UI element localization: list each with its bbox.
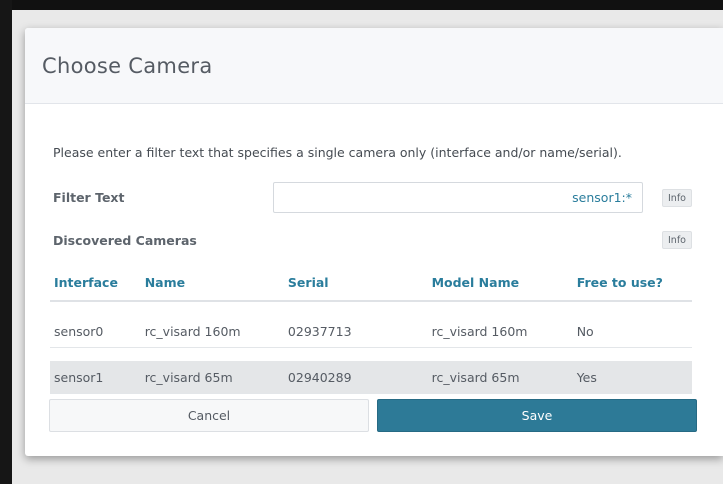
dialog-title: Choose Camera: [42, 54, 213, 78]
backdrop-top: [0, 0, 723, 10]
filter-info-button[interactable]: Info: [662, 189, 692, 207]
dialog-header: Choose Camera: [25, 28, 723, 104]
filter-instructions: Please enter a filter text that specifie…: [53, 145, 622, 160]
cell-interface: sensor1: [50, 361, 141, 394]
column-header-free-to-use: Free to use?: [572, 264, 692, 302]
cell-interface: sensor0: [50, 315, 141, 348]
filter-text-label: Filter Text: [53, 190, 125, 205]
column-header-serial: Serial: [283, 264, 428, 302]
discovered-cameras-table: Interface Name Serial Model Name Free to…: [50, 264, 692, 394]
table-spacer: [50, 348, 692, 362]
cell-free-to-use: Yes: [572, 361, 692, 394]
table-spacer: [50, 301, 692, 315]
filter-text-input[interactable]: [273, 182, 643, 213]
column-header-model-name: Model Name: [427, 264, 573, 302]
table-row[interactable]: sensor0 rc_visard 160m 02937713 rc_visar…: [50, 315, 692, 348]
cancel-button[interactable]: Cancel: [49, 399, 369, 432]
table-header-row: Interface Name Serial Model Name Free to…: [50, 264, 692, 302]
cell-serial: 02937713: [283, 315, 428, 348]
save-button[interactable]: Save: [377, 399, 697, 432]
column-header-name: Name: [140, 264, 284, 302]
cell-free-to-use: No: [572, 315, 692, 348]
backdrop-left: [0, 0, 12, 484]
cell-serial: 02940289: [283, 361, 428, 394]
dialog-body: Please enter a filter text that specifie…: [25, 104, 723, 456]
choose-camera-dialog: Choose Camera Please enter a filter text…: [25, 28, 723, 456]
cell-name: rc_visard 65m: [140, 361, 284, 394]
cell-name: rc_visard 160m: [140, 315, 284, 348]
cell-model: rc_visard 160m: [427, 315, 573, 348]
cell-model: rc_visard 65m: [427, 361, 573, 394]
table-row-selected[interactable]: sensor1 rc_visard 65m 02940289 rc_visard…: [50, 361, 692, 394]
column-header-interface: Interface: [50, 264, 141, 302]
discovered-cameras-label: Discovered Cameras: [53, 233, 197, 248]
discovered-info-button[interactable]: Info: [662, 231, 692, 249]
